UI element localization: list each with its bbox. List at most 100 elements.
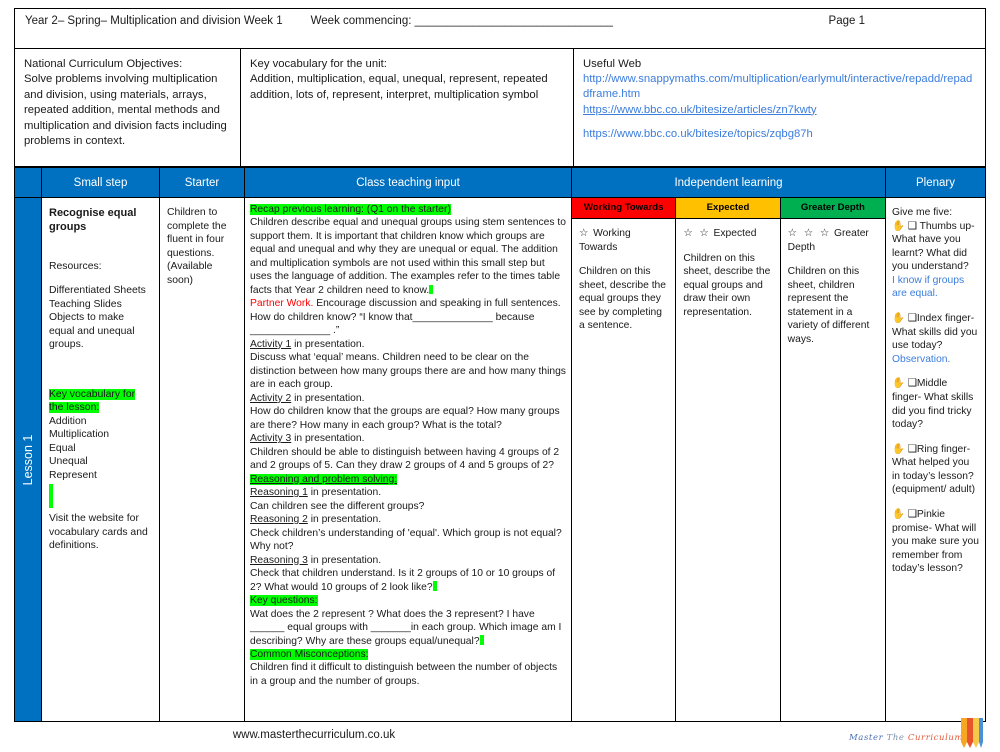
key-vocabulary-item: Addition [49, 415, 87, 427]
green-caret [429, 284, 434, 295]
working-towards-header: Working Towards [572, 198, 676, 219]
expected-body: ☆ ☆ Expected Children on this sheet, des… [676, 219, 779, 721]
reasoning-2-body: Check children’s understanding of 'equal… [250, 527, 562, 553]
week-commencing-field: Week commencing: _______________________… [310, 15, 613, 27]
activity-3-body: Children should be able to distinguish b… [250, 446, 560, 472]
useful-web-cell: Useful Web http://www.snappymaths.com/mu… [574, 49, 985, 166]
green-highlight-bar [49, 484, 53, 509]
resource-item: Teaching Slides [49, 298, 122, 310]
activity-1-suffix: in presentation. [291, 338, 365, 350]
star-rating: ☆ ☆ [683, 228, 711, 239]
useful-web-link-1[interactable]: http://www.snappymaths.com/multiplicatio… [583, 72, 976, 102]
resource-item: Differentiated Sheets [49, 285, 146, 297]
page-title: Year 2– Spring– Multiplication and divis… [25, 15, 283, 27]
expected-text: Children on this sheet, describe the equ… [683, 252, 771, 318]
star-rating: ☆ [579, 228, 591, 239]
class-teaching-input-cell: Recap previous learning: (Q1 on the star… [245, 198, 572, 721]
column-header-starter: Starter [160, 168, 245, 197]
nc-objectives-text: Solve problems involving multiplication … [24, 73, 227, 148]
key-vocabulary-unit-title: Key vocabulary for the unit: [250, 58, 387, 70]
useful-web-title: Useful Web [583, 58, 642, 70]
green-caret [432, 581, 437, 592]
page-footer: www.masterthecurriculum.co.uk Master The… [14, 718, 986, 750]
web-links-spacer [583, 118, 976, 127]
key-questions-heading: Key questions: [250, 595, 318, 607]
key-questions-body: Wat does the 2 represent ? What does the… [250, 608, 562, 647]
key-vocabulary-unit-text: Addition, multiplication, equal, unequal… [250, 73, 548, 101]
lesson-plan-page: Year 2– Spring– Multiplication and divis… [0, 0, 1000, 750]
lesson-tab-label: Lesson 1 [21, 434, 35, 485]
useful-web-link-3[interactable]: https://www.bbc.co.uk/bitesize/topics/zq… [583, 127, 976, 142]
column-header-class-teaching-input: Class teaching input [245, 168, 572, 197]
small-step-cell: Recognise equal groups Resources: Differ… [42, 198, 160, 721]
activity-1-label: Activity 1 [250, 338, 292, 350]
useful-web-link-2[interactable]: https://www.bbc.co.uk/bitesize/articles/… [583, 103, 976, 118]
hand-icon: ✋ ❑ [892, 378, 917, 390]
reasoning-1-label: Reasoning 1 [250, 487, 308, 499]
brand-word-master: Master [849, 733, 884, 743]
reasoning-heading: Reasoning and problem solving: [250, 473, 398, 485]
vocabulary-footer-note: Visit the website for vocabulary cards a… [49, 513, 148, 552]
independent-column-greater-depth: Greater Depth ☆ ☆ ☆ Greater Depth Childr… [780, 198, 885, 721]
key-vocabulary-lesson-title: Key vocabulary for the lesson: [49, 388, 136, 414]
key-vocabulary-unit-cell: Key vocabulary for the unit: Addition, m… [241, 49, 574, 166]
footer-url[interactable]: www.masterthecurriculum.co.uk [14, 729, 614, 741]
column-header-small-step: Small step [42, 168, 160, 197]
info-row: National Curriculum Objectives: Solve pr… [14, 48, 986, 167]
green-caret [479, 635, 484, 646]
brand-logo-text: Master The Curriculum [849, 733, 963, 743]
independent-column-expected: Expected ☆ ☆ Expected Children on this s… [676, 198, 781, 721]
reasoning-1-suffix: in presentation. [307, 487, 382, 499]
key-vocabulary-item: Multiplication [49, 429, 110, 441]
hand-icon: ✋ ❑ [892, 508, 917, 520]
resources-label: Resources: [49, 260, 102, 272]
resource-item: Objects to make equal and unequal groups… [49, 312, 135, 351]
activity-2-body: How do children know that the groups are… [250, 406, 560, 431]
starter-cell: Children to complete the fluent in four … [160, 198, 245, 721]
greater-depth-body: ☆ ☆ ☆ Greater Depth Children on this she… [781, 219, 885, 721]
reasoning-2-suffix: in presentation. [307, 514, 382, 526]
lesson-tab: Lesson 1 [15, 198, 42, 721]
expected-header: Expected [676, 198, 780, 219]
column-header-independent-learning: Independent learning [572, 168, 886, 197]
reasoning-3-suffix: in presentation. [307, 554, 382, 566]
lesson-plan-table: Small step Starter Class teaching input … [14, 167, 986, 722]
independent-learning-cell: Working Towards ☆ Working Towards Childr… [572, 198, 886, 721]
table-row: Lesson 1 Recognise equal groups Resource… [15, 198, 985, 721]
star-rating: ☆ ☆ ☆ [787, 228, 832, 239]
activity-3-suffix: in presentation. [291, 433, 365, 445]
key-vocabulary-item: Unequal [49, 456, 88, 468]
column-header-lesson [15, 168, 42, 197]
activity-1-body: Discuss what ‘equal’ means. Children nee… [250, 352, 566, 391]
working-towards-body: ☆ Working Towards Children on this sheet… [572, 219, 675, 721]
common-misconceptions-heading: Common Misconceptions: [250, 648, 369, 660]
partner-work-label: Partner Work. [250, 298, 314, 310]
nc-objectives-title: National Curriculum Objectives: [24, 58, 183, 70]
hand-icon: ✋ ❑ [892, 313, 917, 325]
page-number: Page 1 [828, 15, 865, 27]
hand-icon: ✋ ❑ [892, 443, 917, 455]
plenary-item-answer: Observation. [892, 353, 951, 365]
greater-depth-text: Children on this sheet, children represe… [787, 266, 870, 346]
key-vocabulary-item: Equal [49, 442, 76, 454]
star-label: Expected [713, 228, 757, 239]
pencil-icon [961, 718, 983, 748]
hand-icon: ✋ ❑ [892, 220, 917, 232]
independent-column-working-towards: Working Towards ☆ Working Towards Childr… [572, 198, 677, 721]
reasoning-3-label: Reasoning 3 [250, 554, 308, 566]
starter-text: Children to complete the fluent in four … [167, 207, 227, 286]
plenary-item-answer: I know if groups are equal. [892, 274, 965, 300]
table-header-row: Small step Starter Class teaching input … [15, 168, 985, 198]
greater-depth-header: Greater Depth [780, 198, 885, 219]
reasoning-2-label: Reasoning 2 [250, 514, 308, 526]
